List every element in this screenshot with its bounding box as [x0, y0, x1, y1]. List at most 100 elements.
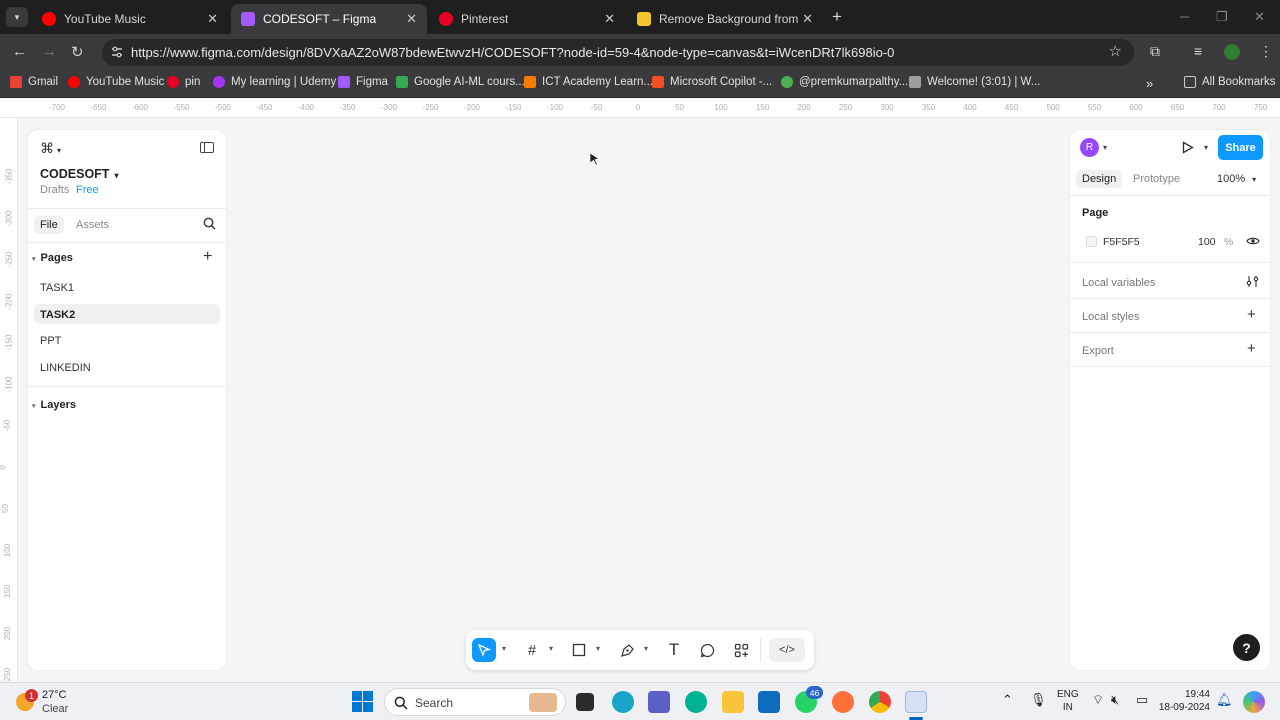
snipping-tool-icon[interactable]: [905, 691, 927, 713]
move-tool[interactable]: [472, 638, 496, 662]
bookmark-ict-academy[interactable]: ICT Academy Learn...: [524, 76, 653, 88]
all-bookmarks[interactable]: All Bookmarks: [1184, 76, 1276, 88]
infinity-app-icon[interactable]: [685, 691, 707, 713]
eye-icon[interactable]: [1246, 236, 1260, 246]
file-name[interactable]: CODESOFT ▾: [40, 167, 118, 181]
extensions-icon[interactable]: ⧉: [1150, 43, 1160, 60]
page-item-task1[interactable]: TASK1: [40, 282, 74, 294]
tab-file[interactable]: File: [34, 216, 64, 234]
plan-badge[interactable]: Free: [76, 184, 99, 196]
help-button[interactable]: ?: [1233, 634, 1260, 661]
present-play-icon[interactable]: [1182, 141, 1194, 154]
tab-assets[interactable]: Assets: [76, 219, 109, 231]
bookmark-premkumar[interactable]: @premkumarpalthy...: [781, 76, 908, 88]
window-close-icon[interactable]: ✕: [1254, 9, 1265, 25]
page-item-linkedin[interactable]: LINKEDIN: [40, 362, 91, 374]
figma-main-menu[interactable]: ⌘ ▾: [40, 140, 61, 157]
back-icon[interactable]: ←: [12, 43, 27, 60]
notification-bell-icon[interactable]: 🔔︎: [1216, 692, 1233, 708]
clock[interactable]: 19:44 18-09-2024: [1158, 688, 1210, 714]
bookmark-copilot[interactable]: Microsoft Copilot -...: [652, 76, 772, 88]
maximize-icon[interactable]: ❐: [1216, 9, 1228, 25]
bookmark-figma[interactable]: Figma: [338, 76, 388, 88]
search-icon[interactable]: [203, 217, 216, 230]
language-indicator[interactable]: ENG IN: [1057, 688, 1079, 714]
shape-tool-caret-icon[interactable]: ▾: [596, 644, 600, 653]
taskbar-search[interactable]: Search: [384, 688, 566, 716]
browser-menu-icon[interactable]: ⋮: [1259, 43, 1273, 60]
page-bg-swatch[interactable]: [1086, 236, 1097, 247]
file-explorer-icon[interactable]: [722, 691, 744, 713]
bookmark-star-icon[interactable]: ☆: [1109, 42, 1122, 60]
url-field[interactable]: https://www.figma.com/design/8DVXaAZ2oW8…: [102, 39, 1134, 66]
page-item-ppt[interactable]: PPT: [40, 335, 61, 347]
teams-icon[interactable]: [648, 691, 670, 713]
frame-tool-caret-icon[interactable]: ▾: [549, 644, 553, 653]
bookmark-youtube-music[interactable]: YouTube Music: [68, 76, 164, 88]
local-variables-label[interactable]: Local variables: [1082, 277, 1155, 289]
edge-icon[interactable]: [612, 691, 634, 713]
close-icon[interactable]: ✕: [207, 11, 218, 27]
close-icon[interactable]: ✕: [406, 11, 417, 27]
pen-tool-caret-icon[interactable]: ▾: [644, 644, 648, 653]
outlook-icon[interactable]: [758, 691, 780, 713]
wifi-icon[interactable]: ⌔: [1092, 692, 1104, 708]
tab-search-button[interactable]: ▾: [6, 7, 28, 27]
shape-tool[interactable]: [567, 638, 591, 662]
copilot-icon[interactable]: [1243, 691, 1265, 713]
tab-codesoft-figma[interactable]: CODESOFT – Figma ✕: [231, 4, 427, 34]
tray-overflow-icon[interactable]: ⌃: [1002, 692, 1013, 708]
local-styles-label[interactable]: Local styles: [1082, 311, 1139, 323]
variables-settings-icon[interactable]: [1246, 275, 1259, 288]
page-bg-opacity[interactable]: 100: [1198, 236, 1216, 248]
media-controls-icon[interactable]: ≡: [1194, 43, 1202, 59]
frame-tool[interactable]: #: [520, 638, 544, 662]
zoom-dropdown[interactable]: 100% ▾: [1217, 173, 1256, 185]
bookmark-gmail[interactable]: Gmail: [10, 76, 58, 88]
drafts-label[interactable]: Drafts: [40, 184, 69, 196]
actions-tool[interactable]: [729, 638, 753, 662]
task-view-icon[interactable]: [576, 693, 594, 711]
move-tool-caret-icon[interactable]: ▾: [502, 644, 506, 653]
site-settings-icon[interactable]: [111, 46, 123, 58]
close-icon[interactable]: ✕: [802, 11, 813, 27]
tab-design[interactable]: Design: [1076, 170, 1123, 188]
tab-youtube-music[interactable]: YouTube Music ✕: [32, 4, 228, 34]
bookmark-welcome[interactable]: Welcome! (3:01) | W...: [909, 76, 1040, 88]
bookmark-udemy[interactable]: My learning | Udemy: [213, 76, 336, 88]
bookmark-pin[interactable]: pin: [167, 76, 200, 88]
pen-tool[interactable]: [615, 638, 639, 662]
battery-icon[interactable]: ▭: [1136, 692, 1148, 708]
chrome-icon[interactable]: [869, 691, 891, 713]
layers-header[interactable]: ▾ Layers: [32, 399, 76, 411]
tab-pinterest[interactable]: Pinterest ✕: [429, 4, 625, 34]
page-item-task2[interactable]: TASK2: [34, 304, 220, 324]
sidebar-toggle-icon[interactable]: [200, 142, 214, 153]
page-bg-hex[interactable]: F5F5F5: [1103, 236, 1140, 248]
export-label[interactable]: Export: [1082, 345, 1114, 357]
add-page-icon[interactable]: +: [203, 248, 212, 266]
bookmarks-overflow-icon[interactable]: »: [1146, 76, 1153, 91]
pages-header[interactable]: ▾ Pages: [32, 252, 73, 264]
minimize-icon[interactable]: ─: [1180, 9, 1189, 24]
text-tool[interactable]: T: [662, 638, 686, 662]
present-caret-icon[interactable]: ▾: [1204, 143, 1208, 152]
tab-prototype[interactable]: Prototype: [1133, 173, 1180, 185]
windows-start-icon[interactable]: [352, 691, 373, 712]
add-style-icon[interactable]: +: [1247, 306, 1256, 323]
comment-tool[interactable]: [695, 638, 719, 662]
forward-icon[interactable]: →: [42, 43, 57, 60]
new-tab-button[interactable]: +: [832, 7, 842, 27]
bookmark-google-ai[interactable]: Google AI-ML cours...: [396, 76, 525, 88]
add-export-icon[interactable]: +: [1247, 340, 1256, 357]
reload-icon[interactable]: ↻: [71, 43, 84, 61]
share-button[interactable]: Share: [1218, 135, 1263, 160]
dev-mode-toggle[interactable]: </>: [769, 638, 805, 662]
volume-muted-icon[interactable]: 🔇︎: [1111, 692, 1119, 708]
weather-widget[interactable]: 1 27°C Clear: [14, 687, 104, 717]
firefox-icon[interactable]: [832, 691, 854, 713]
avatar[interactable]: R: [1080, 138, 1099, 157]
profile-avatar[interactable]: [1224, 44, 1240, 60]
microphone-icon[interactable]: 🎙︎: [1030, 692, 1047, 708]
avatar-caret-icon[interactable]: ▾: [1103, 143, 1107, 152]
